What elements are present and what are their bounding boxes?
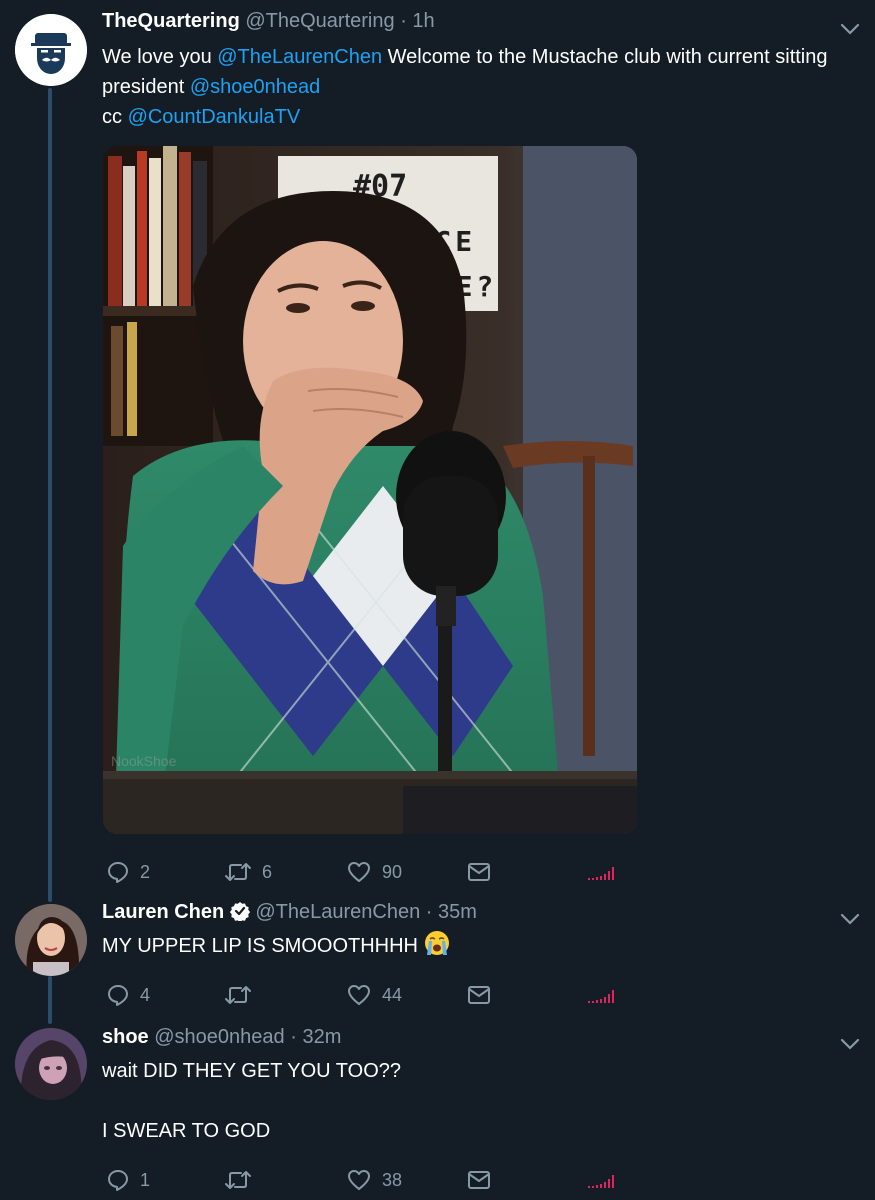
- reply-icon: [108, 862, 128, 883]
- analytics-button[interactable]: [586, 857, 618, 887]
- mention-link[interactable]: @TheLaurenChen: [217, 46, 382, 68]
- reply-count: 2: [140, 861, 151, 882]
- reply-button[interactable]: 2: [106, 857, 150, 887]
- thread-line: [48, 976, 52, 1024]
- verified-badge-icon: [229, 902, 250, 921]
- reply-count: 1: [140, 1169, 151, 1190]
- tweet-text: We love you @TheLaurenChen Welcome to th…: [102, 42, 862, 132]
- tweet-actions: 2 6 90: [102, 857, 642, 887]
- chevron-down-icon[interactable]: [837, 16, 863, 42]
- retweet-button[interactable]: 6: [224, 857, 272, 887]
- avatar-image: [15, 1028, 87, 1100]
- timestamp[interactable]: 32m: [302, 1026, 341, 1048]
- avatar[interactable]: [15, 904, 87, 976]
- thread-line: [48, 88, 52, 902]
- retweet-button[interactable]: [224, 1165, 262, 1195]
- heart-icon: [348, 862, 370, 882]
- tweet-text: wait DID THEY GET YOU TOO??: [102, 1056, 862, 1086]
- display-name[interactable]: Lauren Chen: [102, 901, 224, 923]
- like-button[interactable]: 44: [346, 980, 402, 1010]
- username[interactable]: @TheQuartering: [245, 10, 394, 32]
- direct-message-button[interactable]: [466, 980, 492, 1010]
- retweet-count: 6: [262, 861, 273, 882]
- tweet-header: Lauren Chen @TheLaurenChen · 35m: [102, 901, 477, 924]
- tweet-actions: 4 44: [102, 980, 642, 1010]
- loudly-crying-face-icon: [424, 931, 449, 955]
- display-name[interactable]: shoe: [102, 1026, 149, 1048]
- envelope-icon: [468, 863, 490, 881]
- reply-button[interactable]: 4: [106, 980, 150, 1010]
- reply-icon: [108, 1170, 128, 1191]
- mustache-logo-icon: [15, 14, 87, 86]
- username[interactable]: @TheLaurenChen: [255, 901, 420, 923]
- envelope-icon: [468, 1171, 490, 1189]
- analytics-button[interactable]: [586, 980, 618, 1010]
- separator: ·: [400, 10, 407, 32]
- avatar[interactable]: [15, 14, 87, 86]
- envelope-icon: [468, 986, 490, 1004]
- text-segment: MY UPPER LIP IS SMOOOTHHHH: [102, 935, 418, 957]
- analytics-icon: [588, 867, 614, 880]
- like-count: 44: [382, 984, 403, 1005]
- avatar[interactable]: [15, 1028, 87, 1100]
- watermark-text: NookShoe: [111, 753, 177, 769]
- analytics-icon: [588, 990, 614, 1003]
- timestamp[interactable]: 1h: [412, 10, 434, 32]
- separator: ·: [290, 1026, 297, 1048]
- text-segment: I SWEAR TO GOD: [102, 1120, 271, 1142]
- reply-button[interactable]: 1: [106, 1165, 150, 1195]
- heart-icon: [348, 985, 370, 1005]
- reply-count: 4: [140, 984, 151, 1005]
- timestamp[interactable]: 35m: [438, 901, 477, 923]
- text-segment: We love you: [102, 46, 218, 68]
- separator: ·: [425, 901, 433, 923]
- mention-link[interactable]: @CountDankulaTV: [128, 106, 301, 128]
- tweet-header: TheQuartering @TheQuartering · 1h: [102, 10, 435, 33]
- like-count: 90: [382, 861, 403, 882]
- mention-link[interactable]: @shoe0nhead: [190, 76, 320, 98]
- like-count: 38: [382, 1169, 403, 1190]
- username[interactable]: @shoe0nhead: [154, 1026, 284, 1048]
- tweet-text: I SWEAR TO GOD: [102, 1116, 862, 1146]
- retweet-icon: [225, 986, 251, 1004]
- analytics-icon: [588, 1175, 614, 1188]
- chevron-down-icon[interactable]: [837, 1031, 863, 1057]
- tweet-text: MY UPPER LIP IS SMOOOTHHHH: [102, 930, 862, 961]
- chevron-down-icon[interactable]: [837, 906, 863, 932]
- retweet-icon: [225, 1171, 251, 1189]
- heart-icon: [348, 1170, 370, 1190]
- retweet-icon: [225, 863, 251, 881]
- avatar-image: [15, 904, 87, 976]
- like-button[interactable]: 38: [346, 1165, 402, 1195]
- tweet-actions: 1 38: [102, 1165, 642, 1195]
- like-button[interactable]: 90: [346, 857, 402, 887]
- retweet-button[interactable]: [224, 980, 262, 1010]
- tweet-media[interactable]: #07 USTICE SSIE?: [103, 146, 637, 834]
- media-image: #07 USTICE SSIE?: [103, 146, 637, 834]
- direct-message-button[interactable]: [466, 1165, 492, 1195]
- display-name[interactable]: TheQuartering: [102, 10, 240, 32]
- text-segment: cc: [102, 106, 128, 128]
- reply-icon: [108, 985, 128, 1006]
- analytics-button[interactable]: [586, 1165, 618, 1195]
- tweet-header: shoe @shoe0nhead · 32m: [102, 1026, 341, 1049]
- direct-message-button[interactable]: [466, 857, 492, 887]
- text-segment: wait DID THEY GET YOU TOO??: [102, 1060, 401, 1082]
